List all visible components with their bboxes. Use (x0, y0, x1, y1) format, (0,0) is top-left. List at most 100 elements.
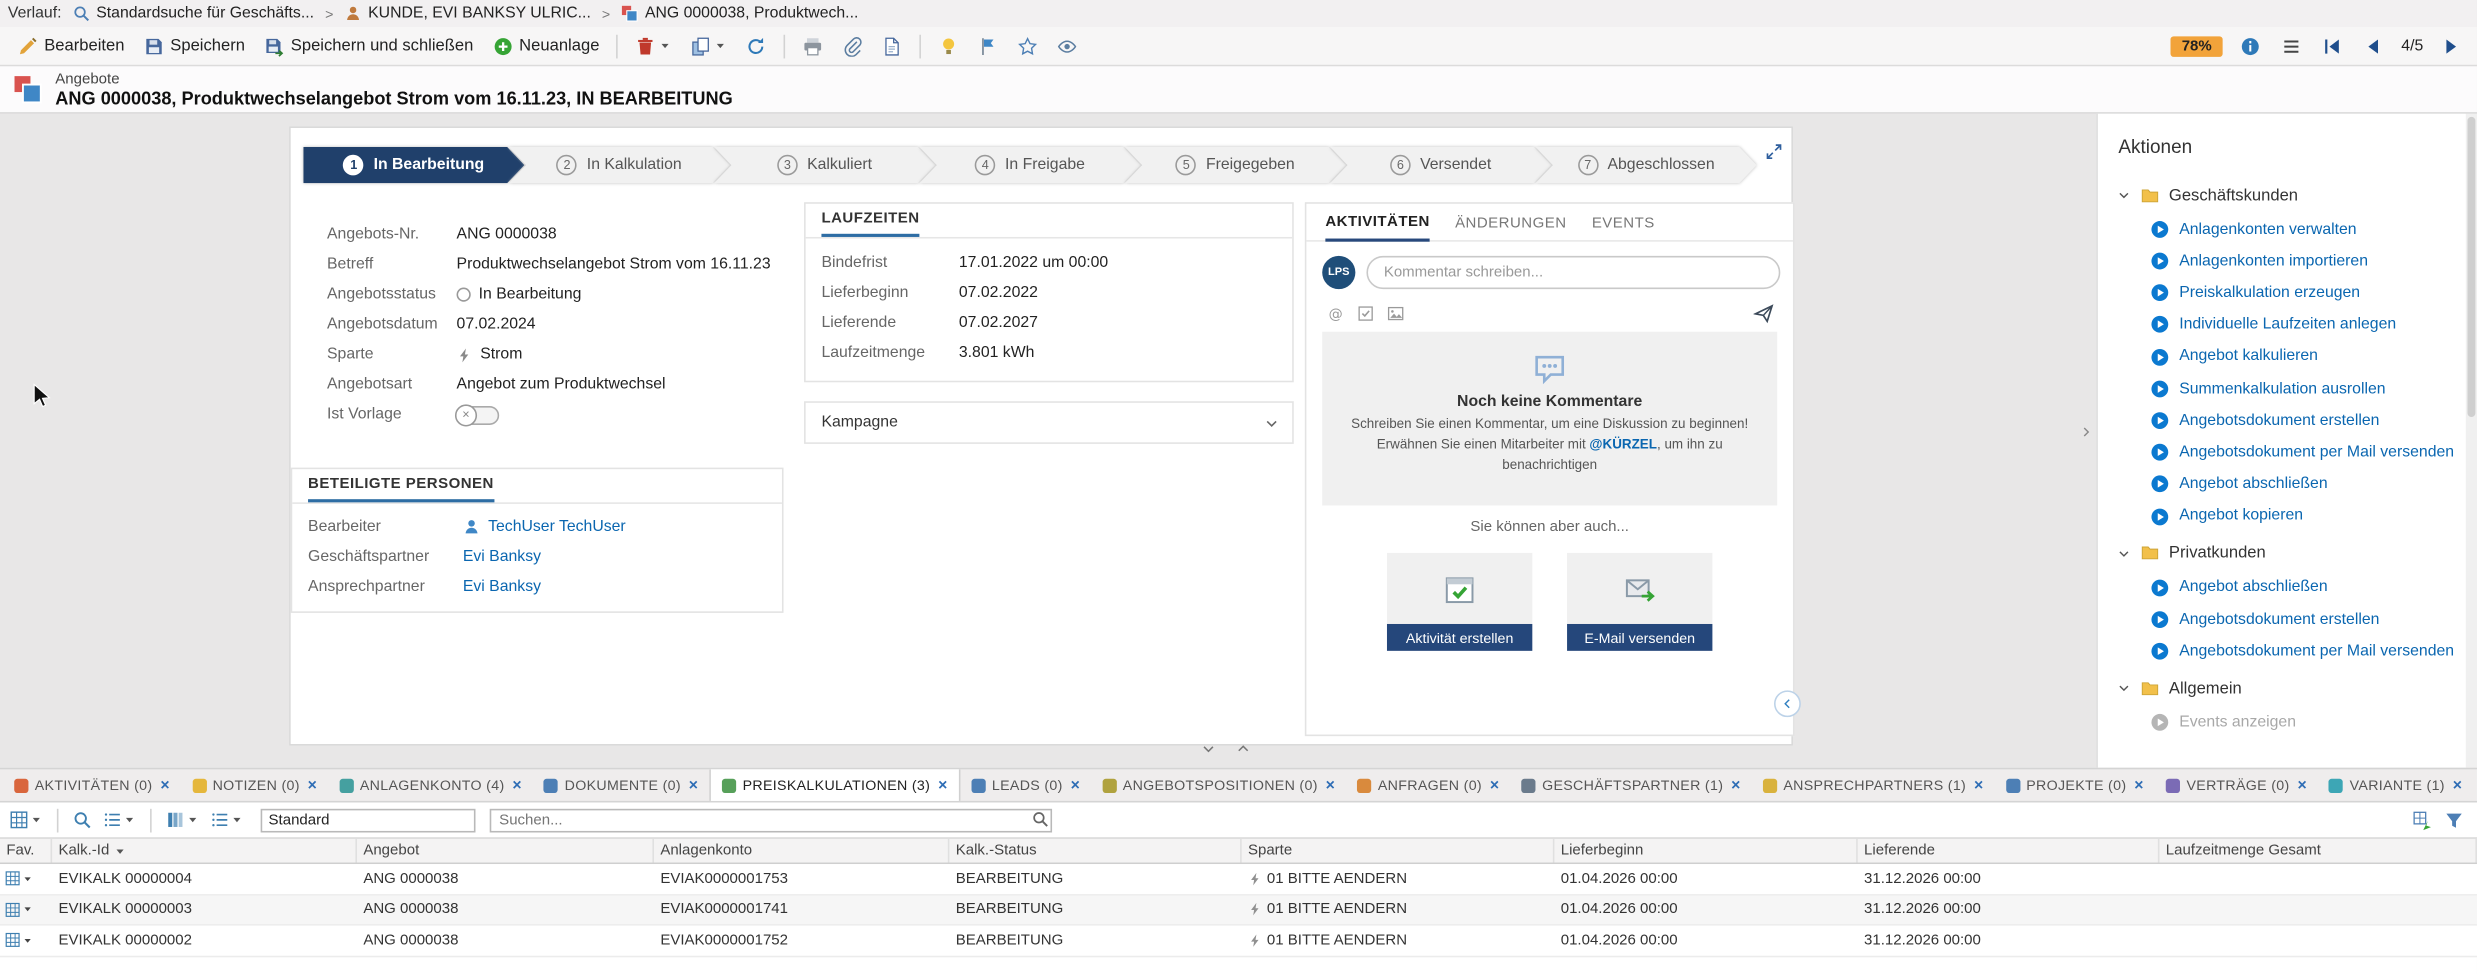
send-comment-button[interactable] (1753, 303, 1774, 324)
history-item[interactable]: KUNDE, EVI BANKSY ULRIC... (344, 5, 590, 22)
print-button[interactable] (795, 32, 831, 59)
action-item[interactable]: Preiskalkulation erzeugen (2117, 277, 2466, 309)
column-header[interactable]: Fav. (0, 839, 52, 863)
highlight-button[interactable] (931, 32, 967, 59)
chevron-down-icon[interactable] (1264, 415, 1280, 431)
activity-tab-2[interactable]: ÄNDERUNGEN (1455, 215, 1566, 240)
collapse-down-button[interactable] (1201, 741, 1217, 758)
mention-link[interactable]: @KÜRZEL (1589, 436, 1657, 452)
view-list-button[interactable] (100, 809, 139, 831)
close-tab-icon[interactable]: × (1731, 776, 1741, 793)
next-record-button[interactable] (2437, 34, 2464, 58)
action-item[interactable]: Angebotsdokument erstellen (2117, 604, 2466, 636)
action-item[interactable]: Angebotsdokument per Mail versenden (2117, 635, 2466, 667)
action-item[interactable]: Angebot kalkulieren (2117, 341, 2466, 373)
send-email-button[interactable]: E-Mail versenden (1567, 624, 1712, 651)
comment-input[interactable] (1366, 256, 1780, 289)
close-tab-icon[interactable]: × (1326, 776, 1336, 793)
table-row[interactable]: EVIKALK 00000004ANG 0000038EVIAK00000017… (0, 864, 2477, 895)
view-grid-button[interactable] (6, 809, 45, 831)
close-tab-icon[interactable]: × (308, 776, 318, 793)
refresh-button[interactable] (738, 32, 774, 59)
export-button[interactable] (2412, 810, 2433, 831)
send-email-card[interactable]: E-Mail versenden (1567, 553, 1712, 651)
related-tab[interactable]: PROJEKTE (0) × (1995, 769, 2155, 801)
watch-button[interactable] (1050, 32, 1086, 59)
previous-record-button[interactable] (2360, 34, 2387, 58)
table-row[interactable]: EVIKALK 00000002ANG 0000038EVIAK00000017… (0, 926, 2477, 957)
edit-button[interactable]: Bearbeiten (9, 32, 132, 59)
row-menu[interactable] (0, 895, 52, 924)
create-activity-card[interactable]: Aktivität erstellen (1387, 553, 1532, 651)
process-step-2[interactable]: 2 In Kalkulation (509, 147, 730, 183)
process-step-1[interactable]: 1 In Bearbeitung (303, 147, 524, 183)
row-menu[interactable] (0, 864, 52, 893)
action-item[interactable]: Events anzeigen (2117, 707, 2466, 739)
close-tab-icon[interactable]: × (2134, 776, 2144, 793)
action-group-3[interactable]: Allgemein (2117, 670, 2466, 706)
related-tab[interactable]: VERTRÄGE (0) × (2155, 769, 2318, 801)
new-record-button[interactable]: Neuanlage (484, 32, 607, 59)
column-header[interactable]: Anlagenkonto (654, 839, 949, 863)
process-step-3[interactable]: 3 Kalkuliert (714, 147, 935, 183)
column-header[interactable]: Kalk.-Id (52, 839, 357, 863)
history-item[interactable]: Standardsuche für Geschäfts... (73, 5, 314, 22)
close-tab-icon[interactable]: × (2297, 776, 2307, 793)
action-item[interactable]: Angebot abschließen (2117, 468, 2466, 500)
related-tab[interactable]: WEITERE BEREICHE (2473, 769, 2477, 801)
sort-button[interactable] (207, 809, 246, 831)
action-group-1[interactable]: Geschäftskunden (2117, 177, 2466, 213)
link-value[interactable]: Evi Banksy (463, 548, 541, 565)
table-search-input[interactable] (490, 808, 1052, 832)
vertical-scrollbar[interactable] (2466, 114, 2477, 768)
related-tab[interactable]: PREISKALKULATIONEN (3) × (709, 769, 960, 801)
run-search-button[interactable] (1032, 810, 1049, 828)
related-tab[interactable]: ANFRAGEN (0) × (1346, 769, 1510, 801)
save-button[interactable]: Speichern (136, 32, 253, 59)
close-tab-icon[interactable]: × (938, 776, 948, 793)
table-row[interactable]: EVIKALK 00000003ANG 0000038EVIAK00000017… (0, 895, 2477, 926)
process-step-4[interactable]: 4 In Freigabe (919, 147, 1140, 183)
history-item[interactable]: ANG 0000038, Produktwech... (621, 5, 858, 22)
copy-button[interactable] (683, 32, 735, 59)
process-step-5[interactable]: 5 Freigegeben (1125, 147, 1346, 183)
related-tab[interactable]: ANLAGENKONTO (4) × (328, 769, 533, 801)
collapse-activity-button[interactable] (1774, 690, 1801, 717)
action-group-2[interactable]: Privatkunden (2117, 535, 2466, 571)
action-item[interactable]: Angebotsdokument erstellen (2117, 405, 2466, 437)
create-activity-button[interactable]: Aktivität erstellen (1387, 624, 1532, 651)
column-header[interactable]: Lieferbeginn (1554, 839, 1857, 863)
related-tab[interactable]: ANSPRECHPARTNERS (1) × (1752, 769, 1995, 801)
action-item[interactable]: Anlagenkonten importieren (2117, 245, 2466, 277)
activity-tab-1[interactable]: AKTIVITÄTEN (1325, 213, 1429, 241)
close-tab-icon[interactable]: × (1490, 776, 1500, 793)
related-tab[interactable]: LEADS (0) × (960, 769, 1091, 801)
collapse-up-button[interactable] (1235, 741, 1251, 758)
action-item[interactable]: Angebot abschließen (2117, 572, 2466, 604)
favorite-button[interactable] (1010, 32, 1046, 59)
column-header[interactable]: Kalk.-Status (949, 839, 1241, 863)
menu-button[interactable] (2278, 34, 2305, 58)
action-item[interactable]: Summenkalkulation ausrollen (2117, 373, 2466, 405)
related-tab[interactable]: DOKUMENTE (0) × (533, 769, 709, 801)
close-tab-icon[interactable]: × (689, 776, 699, 793)
close-tab-icon[interactable]: × (512, 776, 522, 793)
action-item[interactable]: Individuelle Laufzeiten anlegen (2117, 309, 2466, 341)
delete-button[interactable] (628, 32, 680, 59)
columns-button[interactable] (163, 809, 202, 831)
close-tab-icon[interactable]: × (2453, 776, 2463, 793)
kampagne-panel[interactable]: Kampagne (804, 401, 1294, 444)
process-step-6[interactable]: 6 Versendet (1330, 147, 1551, 183)
link-value[interactable]: TechUser TechUser (488, 518, 626, 535)
action-item[interactable]: Anlagenkonten verwalten (2117, 213, 2466, 245)
expand-button[interactable] (1765, 142, 1784, 161)
related-tab[interactable]: ANGEBOTSPOSITIONEN (0) × (1091, 769, 1346, 801)
filter-button[interactable] (2444, 810, 2465, 831)
activity-tab-3[interactable]: EVENTS (1592, 215, 1655, 240)
close-tab-icon[interactable]: × (160, 776, 170, 793)
process-step-7[interactable]: 7 Abgeschlossen (1535, 147, 1756, 183)
related-tab[interactable]: NOTIZEN (0) × (181, 769, 328, 801)
related-tab[interactable]: VARIANTE (1) × (2318, 769, 2473, 801)
close-tab-icon[interactable]: × (1974, 776, 1984, 793)
column-header[interactable]: Laufzeitmenge Gesamt (2159, 839, 2477, 863)
